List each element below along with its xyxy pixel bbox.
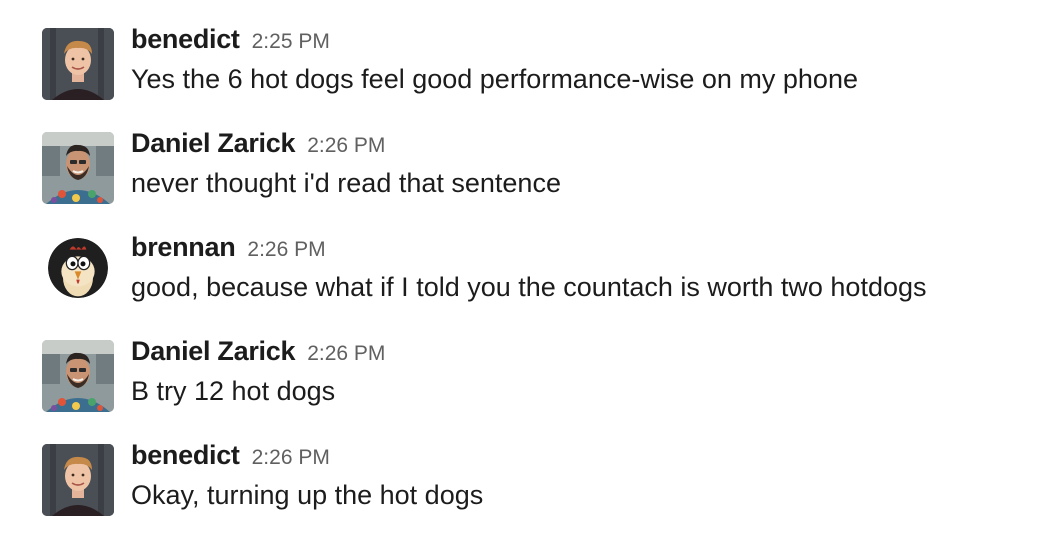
author-name[interactable]: benedict	[131, 24, 240, 54]
avatar[interactable]	[48, 238, 108, 298]
timestamp[interactable]: 2:25 PM	[252, 30, 330, 53]
user-avatar-icon	[42, 444, 114, 516]
message: benedict 2:26 PM Okay, turning up the hot…	[0, 440, 1050, 540]
avatar[interactable]	[42, 132, 114, 204]
message: Daniel Zarick 2:26 PM never thought i'd r…	[0, 128, 1050, 228]
avatar[interactable]	[42, 340, 114, 412]
user-avatar-icon	[42, 340, 114, 412]
author-name[interactable]: benedict	[131, 440, 240, 470]
message-text: never thought i'd read that sentence	[131, 168, 561, 198]
avatar[interactable]	[42, 444, 114, 516]
timestamp[interactable]: 2:26 PM	[307, 134, 385, 157]
message-header: benedict 2:25 PM	[131, 24, 330, 58]
author-name[interactable]: brennan	[131, 232, 236, 262]
message: Daniel Zarick 2:26 PM B try 12 hot dogs	[0, 336, 1050, 436]
timestamp[interactable]: 2:26 PM	[252, 446, 330, 469]
message-text: B try 12 hot dogs	[131, 376, 336, 406]
message-header: Daniel Zarick 2:26 PM	[131, 336, 385, 370]
timestamp[interactable]: 2:26 PM	[307, 342, 385, 365]
user-avatar-icon	[42, 28, 114, 100]
message: brennan 2:26 PM good, because what if I t…	[0, 232, 1050, 332]
message-header: Daniel Zarick 2:26 PM	[131, 128, 385, 162]
message-header: benedict 2:26 PM	[131, 440, 330, 474]
message-text: Okay, turning up the hot dogs	[131, 480, 484, 510]
user-avatar-icon	[42, 132, 114, 204]
message-text: good, because what if I told you the cou…	[131, 272, 927, 302]
author-name[interactable]: Daniel Zarick	[131, 336, 295, 366]
message-header: brennan 2:26 PM	[131, 232, 326, 266]
timestamp[interactable]: 2:26 PM	[247, 238, 325, 261]
message-text: Yes the 6 hot dogs feel good performance…	[131, 64, 858, 94]
author-name[interactable]: Daniel Zarick	[131, 128, 295, 158]
user-avatar-icon	[48, 238, 108, 298]
avatar[interactable]	[42, 28, 114, 100]
message: benedict 2:25 PM Yes the 6 hot dogs feel …	[0, 24, 1050, 124]
